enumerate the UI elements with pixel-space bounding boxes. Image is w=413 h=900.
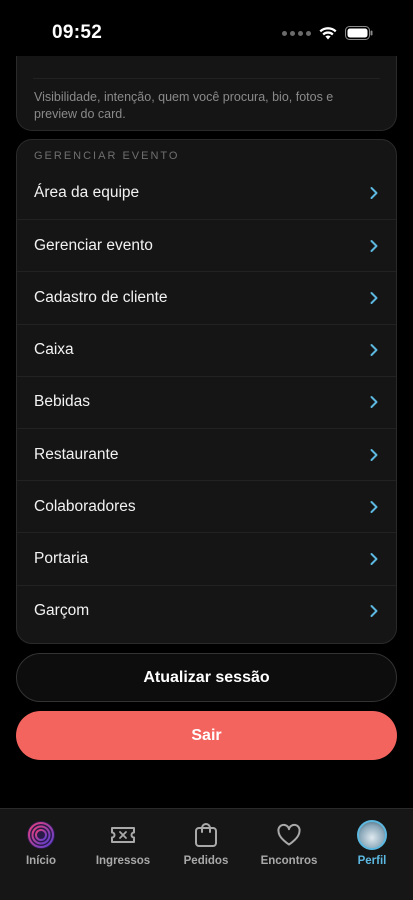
- tab-bar: Início Ingressos Pedidos Encontros Perfi…: [0, 808, 413, 900]
- menu-item-cashier[interactable]: Caixa: [17, 323, 396, 376]
- menu-item-label: Área da equipe: [34, 184, 140, 202]
- menu-item-team-area[interactable]: Área da equipe: [17, 167, 396, 219]
- status-time: 09:52: [52, 22, 103, 43]
- menu-item-label: Cadastro de cliente: [34, 288, 168, 306]
- chevron-right-icon: [370, 187, 378, 200]
- menu-item-waiter[interactable]: Garçom: [17, 584, 396, 637]
- wifi-icon: [319, 26, 337, 40]
- tab-label: Pedidos: [183, 855, 229, 867]
- chevron-right-icon: [370, 239, 378, 252]
- manage-event-card: GERENCIAR EVENTO Área da equipe Gerencia…: [16, 139, 397, 644]
- avatar: [357, 820, 387, 850]
- tab-tickets[interactable]: Ingressos: [82, 821, 164, 867]
- tab-encounters[interactable]: Encontros: [248, 821, 330, 867]
- tab-orders[interactable]: Pedidos: [165, 821, 247, 867]
- chevron-right-icon: [370, 552, 378, 565]
- chevron-right-icon: [370, 500, 378, 513]
- profile-settings-card[interactable]: Visibilidade, intenção, quem você procur…: [16, 56, 397, 131]
- menu-item-client-registration[interactable]: Cadastro de cliente: [17, 271, 396, 323]
- menu-item-label: Bebidas: [34, 393, 91, 411]
- menu-item-label: Colaboradores: [34, 497, 136, 515]
- tab-home[interactable]: Início: [0, 821, 82, 867]
- logout-button[interactable]: Sair: [16, 711, 397, 760]
- status-icons: [282, 26, 373, 40]
- tab-profile[interactable]: Perfil: [331, 820, 413, 867]
- chevron-right-icon: [370, 448, 378, 461]
- profile-settings-description: Visibilidade, intenção, quem você procur…: [34, 90, 334, 121]
- menu-item-manage-event[interactable]: Gerenciar evento: [17, 219, 396, 271]
- menu-item-collaborators[interactable]: Colaboradores: [17, 480, 396, 532]
- divider: [33, 78, 380, 79]
- chevron-right-icon: [370, 396, 378, 409]
- chevron-right-icon: [370, 344, 378, 357]
- section-title: GERENCIAR EVENTO: [34, 150, 180, 162]
- chevron-right-icon: [370, 291, 378, 304]
- signal-icon: [282, 30, 311, 36]
- menu-item-drinks[interactable]: Bebidas: [17, 375, 396, 428]
- app-logo-icon: [26, 821, 56, 849]
- refresh-session-button[interactable]: Atualizar sessão: [16, 653, 397, 702]
- status-bar: 09:52: [0, 0, 413, 64]
- tab-label: Início: [25, 855, 57, 867]
- chevron-right-icon: [370, 605, 378, 618]
- menu-item-label: Gerenciar evento: [34, 236, 153, 254]
- menu-item-label: Restaurante: [34, 445, 119, 463]
- tab-label: Perfil: [357, 855, 387, 867]
- tab-label: Ingressos: [95, 855, 151, 867]
- shopping-bag-icon: [194, 821, 218, 849]
- menu-item-restaurant[interactable]: Restaurante: [17, 427, 396, 480]
- menu-item-label: Caixa: [34, 341, 74, 359]
- manage-event-menu: Área da equipe Gerenciar evento Cadastro…: [17, 167, 396, 637]
- heart-icon: [276, 821, 302, 849]
- menu-item-label: Portaria: [34, 549, 89, 567]
- menu-item-label: Garçom: [34, 602, 90, 620]
- tab-label: Encontros: [260, 855, 318, 867]
- ticket-icon: [109, 821, 137, 849]
- battery-icon: [345, 26, 373, 40]
- menu-item-gate[interactable]: Portaria: [17, 532, 396, 584]
